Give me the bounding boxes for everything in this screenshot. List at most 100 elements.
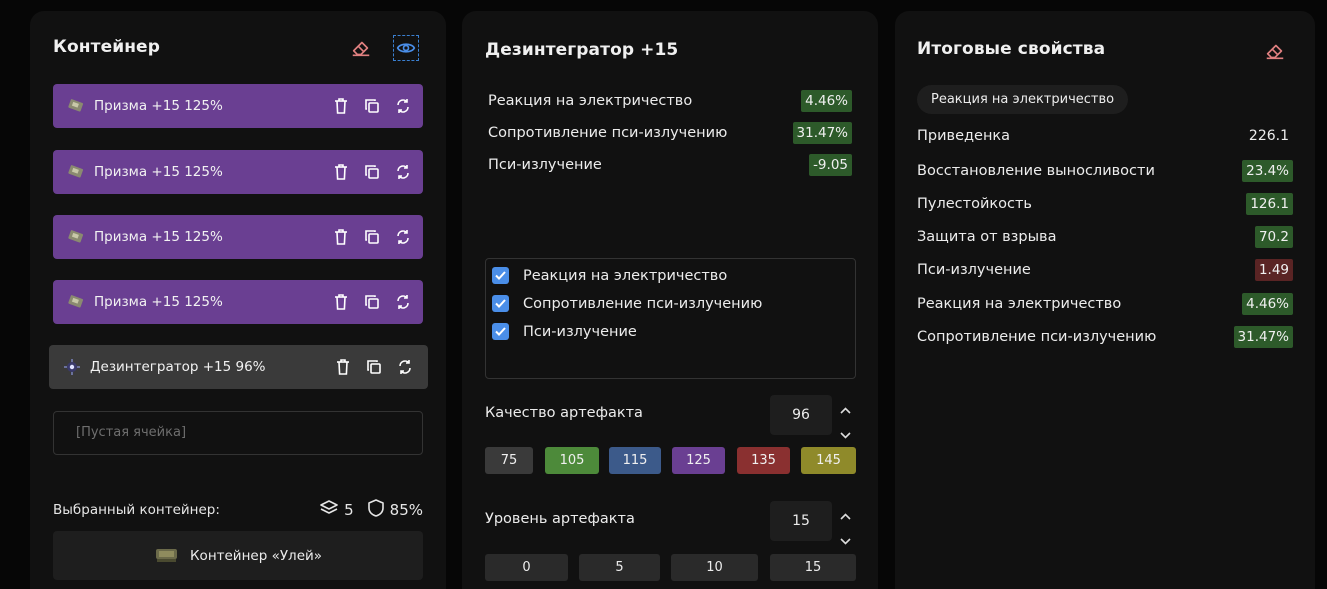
check-icon[interactable] bbox=[492, 295, 509, 312]
total-name: Восстановление выносливости bbox=[917, 163, 1155, 179]
swap-icon[interactable] bbox=[395, 357, 415, 377]
prism-artifact-icon bbox=[67, 163, 85, 181]
total-row: Реакция на электричество 4.46% bbox=[917, 293, 1293, 315]
stat-checkbox[interactable]: Реакция на электричество bbox=[492, 267, 727, 284]
container-item[interactable]: Призма +15 125% bbox=[53, 215, 423, 259]
container-item-selected[interactable]: Дезинтегратор +15 96% bbox=[49, 345, 428, 389]
chevron-up-icon[interactable] bbox=[839, 399, 851, 418]
delete-icon[interactable] bbox=[331, 227, 351, 247]
container-item[interactable]: Призма +15 125% bbox=[53, 84, 423, 128]
stat-row: Сопротивление пси-излучению 31.47% bbox=[488, 122, 852, 144]
stat-value: 4.46% bbox=[801, 90, 852, 112]
container-title: Контейнер bbox=[53, 37, 160, 57]
total-value: 31.47% bbox=[1233, 326, 1293, 348]
copy-icon[interactable] bbox=[362, 96, 382, 116]
total-value: 23.4% bbox=[1242, 160, 1293, 182]
container-item[interactable]: Призма +15 125% bbox=[53, 150, 423, 194]
stat-checkbox[interactable]: Сопротивление пси-излучению bbox=[492, 295, 762, 312]
delete-icon[interactable] bbox=[331, 292, 351, 312]
swap-icon[interactable] bbox=[393, 162, 413, 182]
chevron-up-icon[interactable] bbox=[839, 505, 851, 524]
item-label: Призма +15 125% bbox=[94, 98, 223, 114]
total-value: 1.49 bbox=[1254, 259, 1293, 281]
quality-preset-button[interactable]: 125 bbox=[672, 447, 725, 474]
container-hive-icon bbox=[154, 544, 180, 568]
stat-row: Пси-излучение -9.05 bbox=[488, 154, 852, 176]
delete-icon[interactable] bbox=[333, 357, 353, 377]
checkbox-label: Реакция на электричество bbox=[523, 267, 728, 284]
copy-icon[interactable] bbox=[362, 227, 382, 247]
checkbox-label: Пси-излучение bbox=[523, 323, 637, 340]
protection-value: 85% bbox=[389, 501, 423, 519]
total-row: Пулестойкость 126.1 bbox=[917, 193, 1293, 215]
total-value: 126.1 bbox=[1246, 193, 1293, 215]
level-preset-button[interactable]: 15 bbox=[770, 554, 856, 581]
chevron-down-icon[interactable] bbox=[839, 424, 851, 443]
quality-preset-button[interactable]: 135 bbox=[737, 447, 790, 474]
totals-title: Итоговые свойства bbox=[917, 39, 1106, 59]
total-name: Реакция на электричество bbox=[917, 296, 1122, 312]
eraser-icon[interactable] bbox=[348, 35, 374, 61]
total-name: Защита от взрыва bbox=[917, 229, 1057, 245]
level-preset-button[interactable]: 0 bbox=[485, 554, 568, 581]
shield-icon bbox=[367, 499, 384, 521]
prism-artifact-icon bbox=[67, 293, 85, 311]
chevron-down-icon[interactable] bbox=[839, 530, 851, 549]
total-name: Пси-излучение bbox=[917, 262, 1031, 278]
selected-container-row: Выбранный контейнер: 5 85% bbox=[53, 499, 423, 521]
quality-preset-button[interactable]: 115 bbox=[609, 447, 661, 474]
quality-label: Качество артефакта bbox=[485, 405, 643, 421]
slot-count: 5 bbox=[344, 501, 354, 519]
stat-checkbox-list: Реакция на электричество Сопротивление п… bbox=[485, 258, 856, 379]
container-item[interactable]: Призма +15 125% bbox=[53, 280, 423, 324]
copy-icon[interactable] bbox=[362, 292, 382, 312]
delete-icon[interactable] bbox=[331, 162, 351, 182]
quality-input[interactable]: 96 bbox=[770, 395, 832, 435]
quality-preset-button[interactable]: 145 bbox=[801, 447, 856, 474]
copy-icon[interactable] bbox=[362, 162, 382, 182]
stat-name: Пси-излучение bbox=[488, 157, 602, 173]
checkbox-label: Сопротивление пси-излучению bbox=[523, 295, 763, 312]
quality-stepper[interactable] bbox=[838, 399, 852, 443]
total-row: Сопротивление пси-излучению 31.47% bbox=[917, 326, 1293, 348]
level-preset-button[interactable]: 10 bbox=[671, 554, 758, 581]
container-select-button[interactable]: Контейнер «Улей» bbox=[53, 531, 423, 580]
stat-value: -9.05 bbox=[809, 154, 852, 176]
copy-icon[interactable] bbox=[364, 357, 384, 377]
eraser-icon[interactable] bbox=[1262, 38, 1288, 64]
artifact-title: Дезинтегратор +15 bbox=[485, 40, 679, 60]
swap-icon[interactable] bbox=[393, 292, 413, 312]
swap-icon[interactable] bbox=[393, 227, 413, 247]
total-row: Защита от взрыва 70.2 bbox=[917, 226, 1293, 248]
stat-checkbox[interactable]: Пси-излучение bbox=[492, 323, 637, 340]
stat-value: 31.47% bbox=[792, 122, 852, 144]
check-icon[interactable] bbox=[492, 267, 509, 284]
total-value: 226.1 bbox=[1248, 128, 1289, 144]
delete-icon[interactable] bbox=[331, 96, 351, 116]
item-label: Дезинтегратор +15 96% bbox=[90, 359, 266, 375]
total-name: Сопротивление пси-излучению bbox=[917, 329, 1157, 345]
filter-chip[interactable]: Реакция на электричество bbox=[917, 85, 1129, 114]
check-icon[interactable] bbox=[492, 323, 509, 340]
quality-preset-button[interactable]: 105 bbox=[545, 447, 599, 474]
total-value: 70.2 bbox=[1254, 226, 1293, 248]
total-row: Пси-излучение 1.49 bbox=[917, 259, 1293, 281]
artifact-panel: Дезинтегратор +15 Реакция на электричест… bbox=[462, 11, 878, 589]
empty-slot[interactable]: [Пустая ячейка] bbox=[53, 411, 423, 455]
layers-icon bbox=[320, 499, 338, 521]
quality-preset-button[interactable]: 75 bbox=[485, 447, 533, 474]
level-stepper[interactable] bbox=[838, 505, 852, 549]
selected-container-label: Выбранный контейнер: bbox=[53, 502, 220, 518]
stat-name: Сопротивление пси-излучению bbox=[488, 125, 728, 141]
stat-name: Реакция на электричество bbox=[488, 93, 693, 109]
totals-panel: Итоговые свойства Реакция на электричест… bbox=[895, 11, 1315, 589]
total-name: Пулестойкость bbox=[917, 196, 1032, 212]
stat-row: Реакция на электричество 4.46% bbox=[488, 90, 852, 112]
disintegrator-artifact-icon bbox=[63, 358, 81, 376]
swap-icon[interactable] bbox=[393, 96, 413, 116]
eye-icon[interactable] bbox=[393, 35, 419, 61]
total-row: Восстановление выносливости 23.4% bbox=[917, 160, 1293, 182]
level-preset-button[interactable]: 5 bbox=[579, 554, 660, 581]
level-input[interactable]: 15 bbox=[770, 501, 832, 541]
total-value: 4.46% bbox=[1242, 293, 1293, 315]
